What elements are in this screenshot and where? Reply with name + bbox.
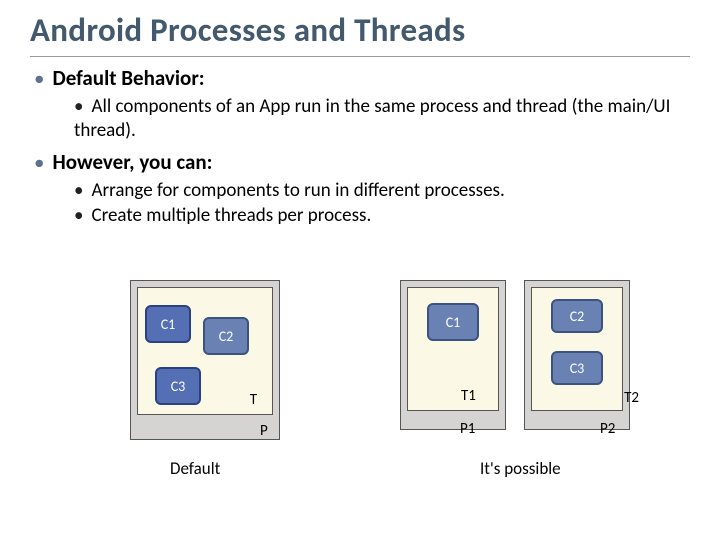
bullet-text: However, you can: (52, 149, 212, 175)
process-label-p2: P2 (600, 420, 615, 438)
diagram-default: C1 C2 C3 T P Default (130, 280, 300, 440)
bullet-icon: • (74, 179, 83, 202)
bullet-text: Default Behavior: (52, 65, 204, 91)
bullet-default-behavior: • Default Behavior: (34, 65, 690, 91)
thread-label-t2: T2 (624, 389, 639, 407)
component-c1: C1 (145, 305, 191, 343)
component-c2: C2 (203, 317, 249, 355)
bullet-text: Arrange for components to run in differe… (91, 179, 504, 202)
bullet-icon: • (74, 95, 83, 118)
diagram-area: C1 C2 C3 T P Default C1 T1 P1 C2 C3 T2 P… (0, 280, 720, 520)
bullet-list: •Default Behavior: •All components of an… (30, 65, 690, 228)
process-box-p2: C2 C3 T2 (524, 280, 630, 430)
sub-bullet: • Arrange for components to run in differ… (74, 179, 690, 203)
sub-bullet: •All components of an App run in the sam… (74, 95, 690, 143)
diagram-caption: Default (170, 458, 220, 479)
sub-bullet: • Create multiple threads per process. (74, 204, 690, 228)
component-c3: C3 (551, 351, 603, 385)
diagram-caption: It's possible (480, 458, 561, 479)
process-label: P (260, 422, 268, 440)
slide-title: Android Processes and Threads (30, 10, 690, 57)
component-c3: C3 (155, 367, 201, 405)
bullet-icon: • (34, 65, 44, 91)
bullet-text: Create multiple threads per process. (91, 204, 371, 227)
thread-label-t1: T1 (461, 387, 476, 405)
bullet-icon: • (34, 149, 44, 175)
component-c1: C1 (427, 303, 479, 341)
bullet-text: All components of an App run in the same… (74, 95, 670, 142)
process-box-p1: C1 T1 (400, 280, 506, 430)
process-box: C1 C2 C3 T (130, 280, 280, 440)
bullet-however: • However, you can: (34, 149, 690, 175)
component-c2: C2 (551, 299, 603, 333)
bullet-icon: • (74, 204, 83, 227)
thread-label: T (250, 391, 257, 409)
process-label-p1: P1 (460, 420, 475, 438)
